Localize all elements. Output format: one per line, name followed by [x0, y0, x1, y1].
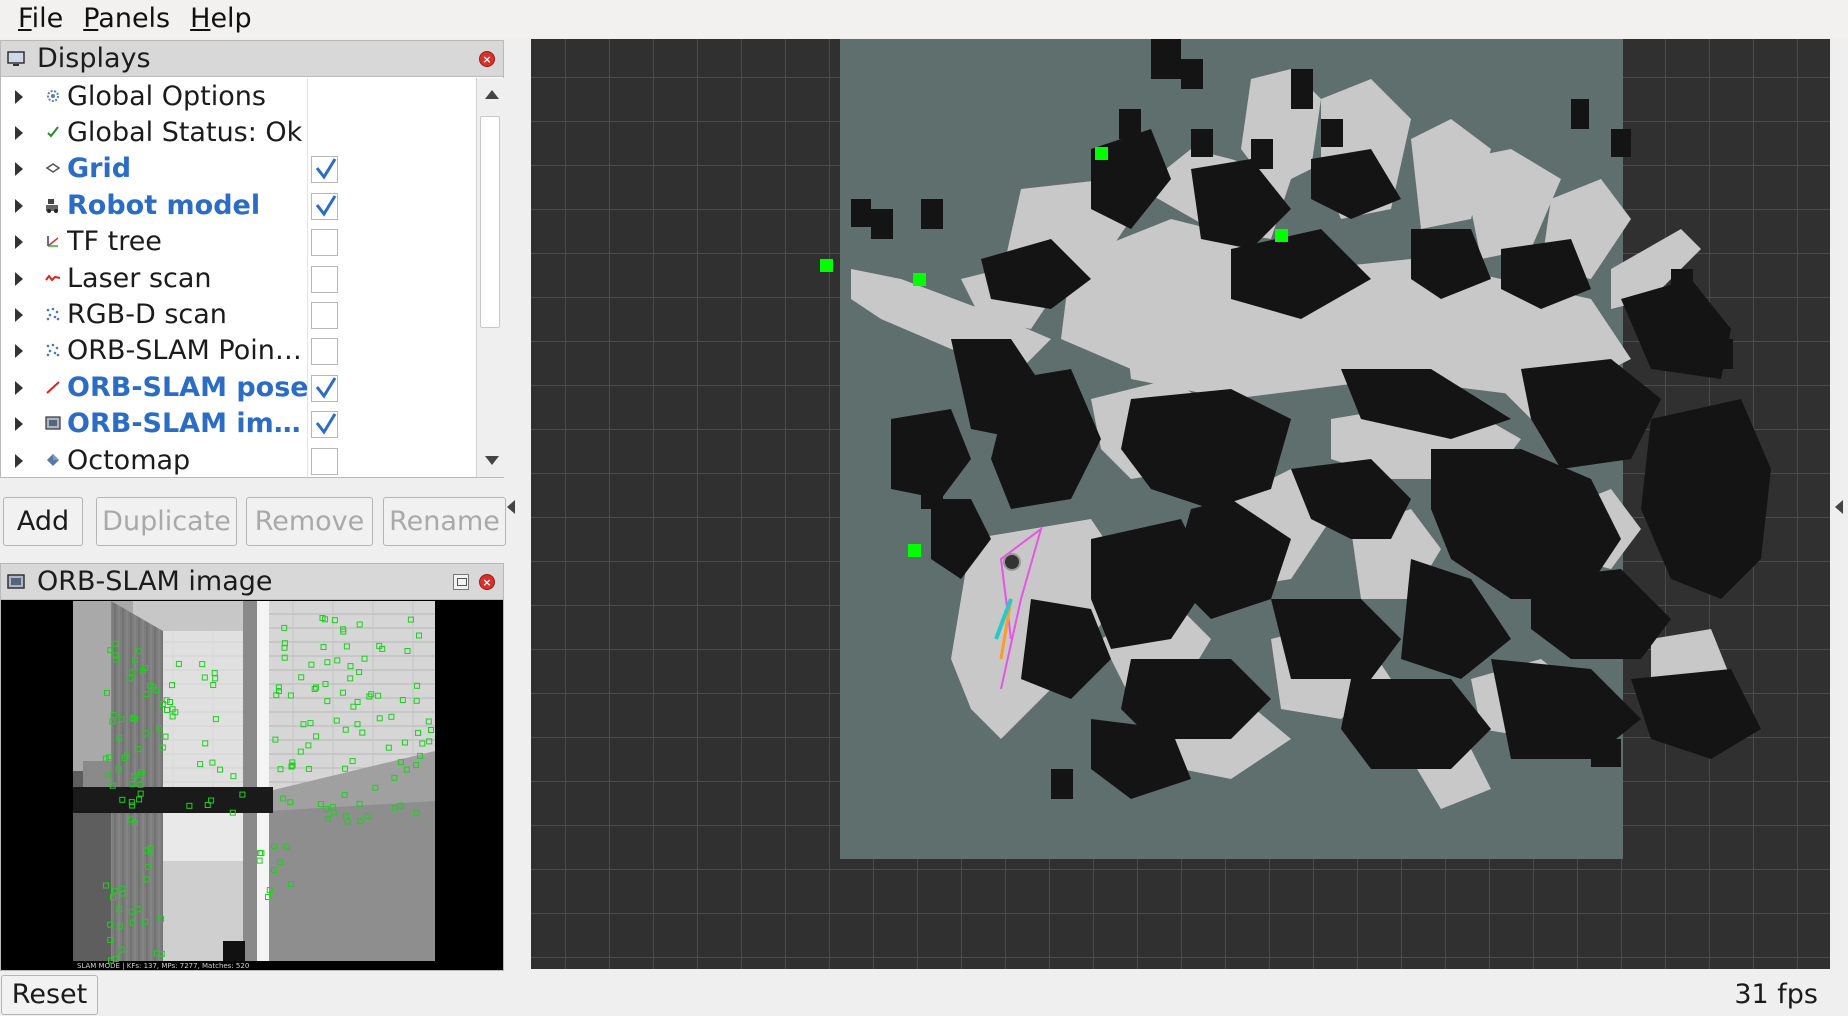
display-item-label: ORB-SLAM im… — [67, 408, 301, 440]
pose-arrow-icon — [44, 378, 62, 396]
checkmark-icon — [315, 194, 337, 217]
laser-scan-icon — [44, 269, 62, 287]
image-panel-header: ORB-SLAM image × — [1, 564, 503, 600]
display-item[interactable]: Octomap — [1, 443, 475, 478]
point-cloud-icon — [44, 305, 62, 323]
enable-checkbox[interactable] — [311, 338, 338, 366]
enable-checkbox[interactable] — [311, 301, 338, 329]
robot-marker — [1003, 553, 1021, 571]
camera-image: SLAM MODE | KFs: 137, MPs: 7277, Matches… — [73, 601, 435, 970]
occupancy-map — [820, 39, 1771, 859]
camera-frame: SLAM MODE | KFs: 137, MPs: 7277, Matches… — [73, 601, 435, 970]
enable-checkbox[interactable] — [311, 192, 338, 220]
image-panel-title: ORB-SLAM image — [37, 566, 273, 597]
collapse-right-icon[interactable] — [1835, 500, 1843, 514]
3d-viewport[interactable] — [531, 39, 1830, 969]
axes-icon — [44, 232, 62, 250]
display-item[interactable]: ORB-SLAM pose — [1, 370, 475, 406]
display-item[interactable]: Robot model — [1, 188, 475, 224]
display-item-label: Global Options — [67, 80, 266, 112]
fps-readout: 31 fps — [1734, 979, 1818, 1010]
display-item-label: Robot model — [67, 189, 261, 221]
image-icon — [44, 414, 62, 432]
display-item[interactable]: TF tree — [1, 224, 475, 260]
menu-file[interactable]: File — [8, 0, 73, 38]
expand-arrow-icon[interactable] — [15, 162, 23, 177]
rename-button[interactable]: Rename — [383, 497, 506, 546]
displays-panel: Displays × Global Options Global Status: … — [0, 40, 504, 478]
expand-arrow-icon[interactable] — [15, 125, 23, 140]
display-item-label: RGB-D scan — [67, 298, 227, 330]
expand-arrow-icon[interactable] — [15, 417, 23, 432]
menu-panels[interactable]: Panels — [73, 0, 180, 38]
displays-panel-header: Displays × — [1, 41, 503, 77]
display-item[interactable]: RGB-D scan — [1, 297, 475, 333]
gear-icon — [44, 87, 62, 105]
expand-arrow-icon[interactable] — [15, 235, 23, 250]
robot-icon — [44, 196, 62, 214]
monitor-icon — [7, 50, 25, 68]
orb-slam-image-panel: ORB-SLAM image × SLAM MODE | KFs: 137, M… — [0, 563, 504, 971]
expand-arrow-icon[interactable] — [15, 380, 23, 395]
enable-checkbox[interactable] — [311, 374, 338, 402]
display-item[interactable]: Global Options — [1, 79, 475, 115]
checkmark-icon — [315, 376, 337, 399]
octomap-icon — [44, 451, 62, 469]
display-item-label: Laser scan — [67, 262, 212, 294]
close-icon[interactable]: × — [479, 51, 495, 67]
scroll-up-icon[interactable] — [485, 90, 499, 99]
enable-checkbox[interactable] — [311, 447, 338, 475]
display-item-label: ORB-SLAM pose — [67, 371, 307, 403]
display-item-label: Global Status: Ok — [67, 116, 303, 148]
display-item[interactable]: Grid — [1, 151, 475, 187]
menubar: File Panels Help — [0, 0, 1848, 38]
display-item-label: TF tree — [67, 226, 162, 258]
enable-checkbox[interactable] — [311, 265, 338, 293]
undock-icon[interactable] — [453, 574, 469, 590]
collapse-left-icon[interactable] — [507, 500, 515, 514]
displays-tree: Global Options Global Status: Ok Grid Robot… — [1, 78, 475, 477]
grid-icon — [44, 159, 62, 177]
display-item-label: Octomap — [67, 444, 191, 476]
expand-arrow-icon[interactable] — [15, 271, 23, 286]
close-icon[interactable]: × — [479, 574, 495, 590]
scrollbar-thumb[interactable] — [480, 116, 500, 328]
slam-status-text: SLAM MODE | KFs: 137, MPs: 7277, Matches… — [77, 962, 249, 970]
menu-help[interactable]: Help — [180, 0, 262, 38]
enable-checkbox[interactable] — [311, 411, 338, 439]
expand-arrow-icon[interactable] — [15, 453, 23, 468]
expand-arrow-icon[interactable] — [15, 198, 23, 213]
displays-title: Displays — [37, 43, 151, 74]
display-item[interactable]: Global Status: Ok — [1, 115, 475, 151]
enable-checkbox[interactable] — [311, 229, 338, 257]
duplicate-button[interactable]: Duplicate — [96, 497, 237, 546]
scroll-down-icon[interactable] — [485, 456, 499, 465]
image-icon — [7, 573, 25, 591]
display-item[interactable]: ORB-SLAM im… — [1, 406, 475, 442]
expand-arrow-icon[interactable] — [15, 307, 23, 322]
add-button[interactable]: Add — [3, 497, 83, 546]
point-cloud-icon — [44, 341, 62, 359]
display-item-label: Grid — [67, 153, 132, 185]
display-item[interactable]: Laser scan — [1, 261, 475, 297]
reset-button[interactable]: Reset — [1, 975, 98, 1015]
checkmark-icon — [315, 158, 337, 180]
checkmark-icon — [44, 123, 62, 141]
checkmark-icon — [315, 413, 337, 435]
tree-scrollbar[interactable] — [476, 78, 504, 477]
expand-arrow-icon[interactable] — [15, 344, 23, 359]
expand-arrow-icon[interactable] — [15, 89, 23, 104]
enable-checkbox[interactable] — [311, 156, 338, 184]
remove-button[interactable]: Remove — [246, 497, 373, 546]
display-item[interactable]: ORB-SLAM Poin… — [1, 333, 475, 369]
display-item-label: ORB-SLAM Poin… — [67, 335, 302, 367]
